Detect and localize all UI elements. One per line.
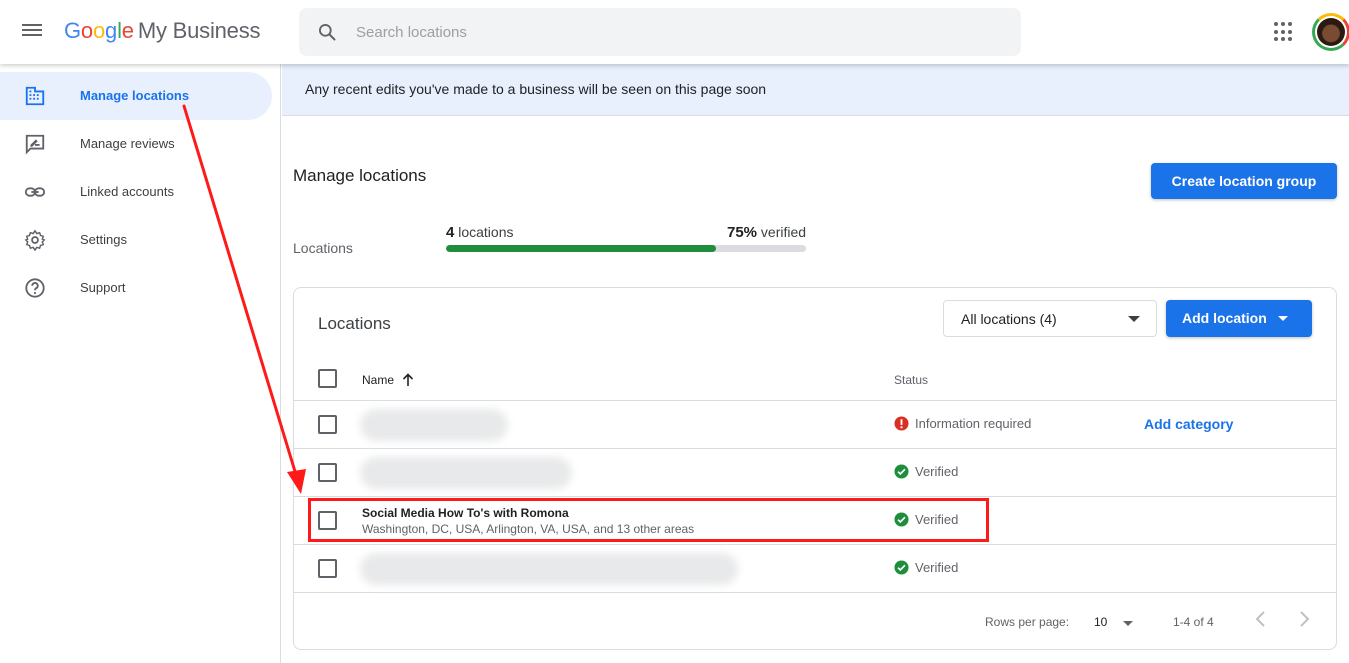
top-app-bar: Google My Business [0,0,1349,64]
error-icon [894,416,909,431]
sidebar-item-label: Settings [80,232,127,247]
menu-icon[interactable] [22,21,48,43]
gear-icon [24,229,46,251]
table-row[interactable]: Verified [294,544,1336,592]
sidebar-item-support[interactable]: Support [0,264,272,312]
sidebar-item-label: Support [80,280,126,295]
column-header-name[interactable]: Name [362,373,394,387]
location-address: Washington, DC, USA, Arlington, VA, USA,… [362,522,695,536]
avatar[interactable] [1312,13,1349,51]
help-icon [25,278,45,298]
dropdown-caret-icon [1128,316,1140,322]
sidebar-item-settings[interactable]: Settings [0,216,272,264]
location-filter-dropdown[interactable]: All locations (4) [943,300,1157,337]
search-icon[interactable] [317,22,337,42]
apps-grid-icon[interactable] [1274,22,1294,42]
sidebar-item-label: Manage reviews [80,136,175,151]
table-row[interactable]: Verified [294,448,1336,496]
status-text: Verified [915,560,959,575]
sidebar-item-label: Manage locations [80,88,190,103]
google-my-business-logo[interactable]: Google My Business [64,18,261,44]
verified-progress-bar [446,245,806,252]
verified-check-icon [894,464,909,479]
add-category-link[interactable]: Add category [1144,416,1233,432]
rows-per-page-value: 10 [1094,615,1108,629]
redacted-name [360,553,738,585]
row-checkbox[interactable] [318,511,337,530]
status-text: Verified [915,464,959,479]
table-divider [294,592,1336,593]
banner-text: Any recent edits you've made to a busine… [305,81,767,97]
locations-card: Locations All locations (4) Add location… [293,287,1337,650]
reviews-icon [25,134,45,155]
redacted-name [360,409,508,441]
status-text: Information required [915,416,1032,431]
page-title: Manage locations [293,166,427,185]
location-name[interactable]: Social Media How To's with Romona [362,506,569,520]
select-all-checkbox[interactable] [318,369,337,388]
add-location-button[interactable]: Add location [1166,300,1312,337]
column-header-status: Status [894,373,929,387]
building-icon [25,86,45,106]
sidebar-item-manage-locations[interactable]: Manage locations [0,72,272,120]
status-cell: Verified [894,512,958,527]
status-cell: Verified [894,560,958,575]
table-row[interactable]: Information required Add category [294,400,1336,448]
info-banner: Any recent edits you've made to a busine… [282,64,1349,116]
locations-count: 4 locations [446,224,514,241]
verified-progress-fill [446,245,716,252]
card-title: Locations [318,314,391,333]
dropdown-caret-icon [1278,316,1288,321]
sidebar: Manage locations Manage reviews Linked a… [0,64,281,663]
locations-summary-label: Locations [293,240,353,256]
verified-check-icon [894,512,909,527]
row-checkbox[interactable] [318,463,337,482]
add-location-label: Add location [1182,310,1267,326]
dropdown-caret-icon [1123,621,1133,626]
chevron-left-icon[interactable] [1254,610,1268,628]
create-location-group-button[interactable]: Create location group [1151,163,1337,199]
link-icon [24,187,46,197]
rows-per-page-select[interactable]: 10 [1094,612,1140,632]
row-checkbox[interactable] [318,559,337,578]
chevron-right-icon[interactable] [1297,610,1311,628]
rows-per-page-label: Rows per page: [985,615,1070,629]
status-cell: Information required [894,416,1031,431]
sidebar-item-linked-accounts[interactable]: Linked accounts [0,168,272,216]
table-row[interactable]: Social Media How To's with Romona Washin… [294,496,1336,544]
redacted-name [360,457,572,489]
search-input[interactable] [356,8,996,56]
filter-value: All locations (4) [961,311,1057,327]
sort-arrow-up-icon[interactable] [402,373,414,387]
status-cell: Verified [894,464,958,479]
verified-percent: 75% verified [727,224,807,241]
pagination-range: 1-4 of 4 [1173,615,1214,629]
status-text: Verified [915,512,959,527]
verified-check-icon [894,560,909,575]
row-checkbox[interactable] [318,415,337,434]
search-bar[interactable] [299,8,1021,56]
sidebar-item-manage-reviews[interactable]: Manage reviews [0,120,272,168]
sidebar-item-label: Linked accounts [80,184,174,199]
